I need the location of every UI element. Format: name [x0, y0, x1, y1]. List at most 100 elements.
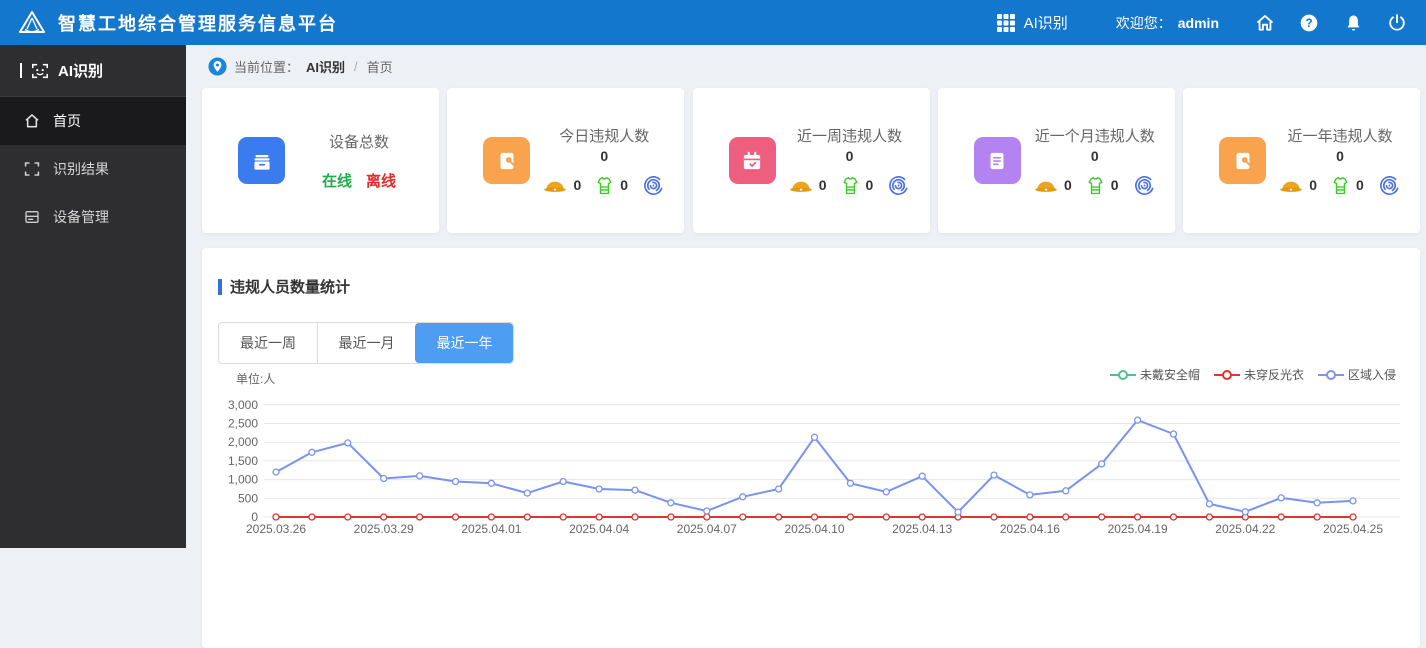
scan-brackets-icon	[24, 162, 40, 176]
legend-item-helmet[interactable]: 未戴安全帽	[1109, 366, 1200, 383]
stat-card-month-violations: 近一个月违规人数 0 0 0	[937, 88, 1175, 233]
sidebar-item-label: 识别结果	[53, 161, 109, 177]
svg-text:2,000: 2,000	[228, 435, 258, 449]
tab-last-year[interactable]: 最近一年	[415, 323, 513, 363]
notification-bell-icon[interactable]	[1342, 12, 1364, 34]
archive-icon	[238, 137, 285, 184]
vest-icon	[1088, 176, 1103, 194]
breadcrumb-module[interactable]: AI识别	[306, 57, 345, 76]
apps-grid-icon	[996, 13, 1015, 32]
username: admin	[1177, 14, 1219, 31]
logout-power-icon[interactable]	[1386, 12, 1408, 34]
svg-text:2025.04.10: 2025.04.10	[784, 522, 844, 536]
sidebar-item-recognition-results[interactable]: 识别结果	[0, 145, 186, 193]
svg-text:2025.03.26: 2025.03.26	[246, 522, 306, 536]
stat-title: 近一周违规人数	[796, 127, 902, 145]
svg-text:2025.04.16: 2025.04.16	[1000, 522, 1060, 536]
svg-text:500: 500	[238, 491, 258, 505]
stat-count: 0	[1336, 147, 1344, 164]
svg-text:2025.04.22: 2025.04.22	[1215, 522, 1275, 536]
violation-stats-panel: 违规人员数量统计 最近一周 最近一月 最近一年 未戴安全帽 未穿反光衣 区域入侵…	[202, 248, 1420, 648]
time-range-tabs: 最近一周 最近一月 最近一年	[218, 322, 514, 364]
stat-card-week-violations: 近一周违规人数 0 0 0	[692, 88, 930, 233]
legend-marker-icon	[1317, 369, 1344, 380]
divider	[20, 63, 22, 78]
svg-text:3,000: 3,000	[228, 398, 258, 412]
top-header: 智慧工地综合管理服务信息平台 AI识别 欢迎您： admin ?	[0, 0, 1426, 45]
stat-cards-row: 设备总数 在线 离线 今日违规人数 0 0 0 近一周违规人数 0 0 0 近一…	[202, 88, 1420, 233]
welcome-label: 欢迎您：	[1115, 14, 1172, 31]
legend-item-vest[interactable]: 未穿反光衣	[1213, 366, 1304, 383]
breadcrumb: 当前位置： AI识别 / 首页	[186, 45, 1426, 87]
section-title: 违规人员数量统计	[218, 276, 350, 297]
app-logo-icon	[18, 10, 46, 36]
home-icon	[25, 114, 39, 128]
vest-icon	[842, 176, 858, 194]
legend-marker-icon	[1109, 369, 1136, 380]
stat-count: 0	[845, 147, 854, 164]
chart-legend: 未戴安全帽 未穿反光衣 区域入侵	[1109, 366, 1396, 383]
legend-label: 未穿反光衣	[1243, 368, 1304, 382]
calendar-icon	[728, 137, 776, 184]
legend-label: 区域入侵	[1347, 368, 1396, 382]
stat-title: 设备总数	[328, 133, 389, 151]
svg-text:1,500: 1,500	[228, 454, 258, 468]
vest-count: 0	[1110, 177, 1119, 193]
svg-text:2025.04.01: 2025.04.01	[461, 522, 521, 536]
legend-label: 未戴安全帽	[1139, 368, 1200, 382]
svg-text:1,000: 1,000	[228, 473, 258, 487]
legend-item-intrusion[interactable]: 区域入侵	[1317, 366, 1396, 383]
vest-icon	[597, 176, 612, 194]
home-icon[interactable]	[1254, 12, 1276, 34]
tab-last-month[interactable]: 最近一月	[317, 323, 415, 363]
location-pin-icon	[208, 56, 227, 76]
svg-text:?: ?	[1305, 17, 1312, 30]
sidebar-module-header: AI识别	[0, 45, 186, 97]
line-chart: 05001,0001,5002,0002,5003,0002025.03.26 2…	[228, 398, 1400, 536]
helmet-count: 0	[818, 177, 827, 193]
vest-count: 0	[865, 177, 874, 193]
sidebar-item-home[interactable]: 首页	[0, 97, 186, 145]
stat-title: 今日违规人数	[559, 127, 650, 145]
stat-card-today-violations: 今日违规人数 0 0 0	[447, 88, 685, 233]
svg-text:2,500: 2,500	[228, 417, 258, 431]
module-switcher[interactable]: AI识别	[996, 12, 1068, 33]
intrusion-spiral-icon	[889, 175, 909, 195]
svg-text:2025.03.29: 2025.03.29	[354, 522, 414, 536]
ai-face-scan-icon	[31, 63, 49, 78]
sidebar-item-device-management[interactable]: 设备管理	[0, 193, 186, 241]
breadcrumb-page[interactable]: 首页	[367, 57, 393, 76]
online-label: 在线	[321, 172, 352, 190]
vest-count: 0	[620, 177, 629, 193]
stat-count: 0	[600, 147, 609, 164]
help-icon[interactable]: ?	[1298, 12, 1320, 34]
y-axis-unit-label: 单位:人	[236, 372, 276, 386]
helmet-count: 0	[1063, 177, 1072, 193]
helmet-icon	[544, 181, 567, 192]
helmet-count: 0	[573, 177, 582, 193]
vest-count: 0	[1356, 177, 1364, 193]
document-edit-icon	[483, 137, 531, 184]
title-accent-bar	[218, 278, 222, 295]
intrusion-spiral-icon	[1134, 175, 1154, 195]
module-label: AI识别	[1023, 15, 1068, 32]
intrusion-spiral-icon	[644, 175, 663, 195]
stat-card-year-violations: 近一年违规人数 0 0 0	[1183, 88, 1420, 233]
sidebar-item-label: 首页	[53, 113, 81, 129]
sidebar-item-label: 设备管理	[53, 209, 109, 225]
offline-label: 离线	[366, 172, 397, 190]
svg-text:2025.04.07: 2025.04.07	[677, 522, 737, 536]
stat-title: 近一年违规人数	[1287, 127, 1393, 145]
svg-text:2025.04.25: 2025.04.25	[1323, 522, 1383, 536]
helmet-icon	[1035, 181, 1057, 192]
tab-last-week[interactable]: 最近一周	[219, 323, 317, 363]
stat-count: 0	[1090, 147, 1099, 164]
svg-text:2025.04.19: 2025.04.19	[1108, 522, 1168, 536]
intrusion-spiral-icon	[1379, 175, 1399, 195]
breadcrumb-separator: /	[354, 58, 358, 74]
stat-card-device-total: 设备总数 在线 离线	[202, 88, 439, 233]
svg-text:2025.04.04: 2025.04.04	[569, 522, 629, 536]
helmet-icon	[1280, 181, 1302, 192]
report-icon	[973, 137, 1021, 184]
document-edit-icon	[1219, 137, 1266, 184]
